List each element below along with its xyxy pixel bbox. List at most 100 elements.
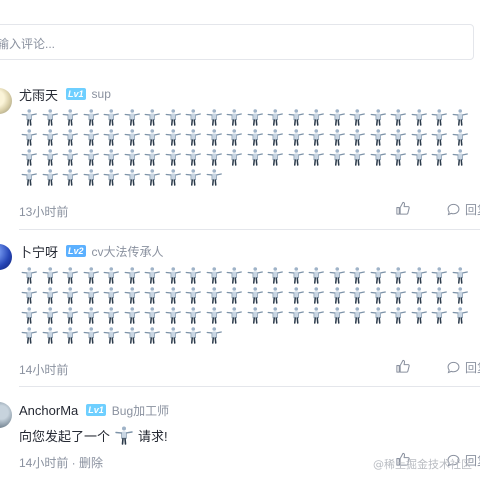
- comment-text: 向您发起了一个 请求!: [19, 425, 168, 445]
- robot-dance-icon: [165, 169, 181, 186]
- robot-dance-icon: [390, 267, 406, 284]
- robot-dance-icon: [124, 129, 140, 146]
- robot-dance-icon: [247, 307, 263, 324]
- robot-dance-icon: [62, 307, 78, 324]
- robot-dance-icon: [185, 307, 201, 324]
- robot-dance-icon: [42, 287, 58, 304]
- robot-dance-icon: [370, 149, 386, 166]
- robot-dance-icon: [329, 267, 345, 284]
- robot-dance-icon: [267, 267, 283, 284]
- robot-dance-icon: [452, 307, 468, 324]
- reply-button[interactable]: 回复: [446, 201, 480, 218]
- robot-dance-icon: [21, 287, 37, 304]
- robot-dance-icon: [165, 267, 181, 284]
- comment-bubble-icon: [447, 361, 460, 374]
- emoji-grid: [19, 266, 479, 344]
- robot-dance-icon: [21, 169, 37, 186]
- robot-dance-icon: [21, 327, 37, 344]
- robot-dance-icon: [390, 287, 406, 304]
- robot-dance-icon: [226, 267, 242, 284]
- robot-dance-icon: [226, 129, 242, 146]
- robot-dance-icon: [288, 287, 304, 304]
- avatar[interactable]: [0, 244, 12, 270]
- robot-dance-icon: [452, 267, 468, 284]
- robot-dance-icon: [329, 287, 345, 304]
- like-button[interactable]: [395, 359, 410, 374]
- robot-dance-icon: [329, 109, 345, 126]
- robot-dance-icon: [349, 149, 365, 166]
- robot-dance-icon: [21, 267, 37, 284]
- robot-dance-icon: [431, 129, 447, 146]
- robot-dance-icon: [370, 287, 386, 304]
- robot-dance-icon: [431, 149, 447, 166]
- robot-dance-icon: [267, 109, 283, 126]
- robot-dance-icon: [165, 307, 181, 324]
- robot-dance-icon: [144, 109, 160, 126]
- robot-dance-icon: [267, 149, 283, 166]
- robot-dance-icon: [308, 287, 324, 304]
- robot-dance-icon: [431, 307, 447, 324]
- robot-dance-icon: [411, 109, 427, 126]
- robot-dance-icon: [206, 267, 222, 284]
- avatar[interactable]: [0, 88, 12, 114]
- robot-dance-icon: [226, 307, 242, 324]
- robot-dance-icon: [83, 287, 99, 304]
- robot-dance-icon: [83, 129, 99, 146]
- robot-dance-icon: [21, 129, 37, 146]
- robot-dance-icon: [185, 327, 201, 344]
- robot-dance-icon: [185, 129, 201, 146]
- robot-dance-icon: [267, 307, 283, 324]
- robot-dance-icon: [144, 327, 160, 344]
- robot-dance-icon: [206, 149, 222, 166]
- robot-dance-icon: [103, 327, 119, 344]
- robot-dance-icon: [83, 109, 99, 126]
- robot-dance-icon: [62, 287, 78, 304]
- robot-dance-icon: [62, 267, 78, 284]
- robot-dance-icon: [42, 129, 58, 146]
- reply-label: 回复: [465, 203, 480, 217]
- robot-dance-icon: [185, 267, 201, 284]
- robot-dance-icon: [144, 267, 160, 284]
- level-badge: Lv1: [66, 88, 86, 100]
- robot-dance-icon: [411, 129, 427, 146]
- avatar[interactable]: [0, 402, 12, 428]
- robot-dance-icon: [206, 129, 222, 146]
- robot-dance-icon: [431, 287, 447, 304]
- robot-dance-icon: [83, 169, 99, 186]
- robot-dance-icon: [185, 287, 201, 304]
- robot-dance-icon: [452, 149, 468, 166]
- robot-dance-icon: [42, 327, 58, 344]
- robot-dance-icon: [206, 109, 222, 126]
- robot-dance-icon: [247, 109, 263, 126]
- robot-dance-icon: [452, 129, 468, 146]
- reply-button[interactable]: 回复: [446, 359, 480, 376]
- robot-dance-icon: [308, 307, 324, 324]
- robot-dance-icon: [267, 287, 283, 304]
- robot-dance-icon: [226, 109, 242, 126]
- robot-dance-icon: [308, 149, 324, 166]
- robot-dance-icon: [165, 109, 181, 126]
- user-name[interactable]: 卜宁呀: [19, 242, 58, 261]
- robot-dance-icon: [62, 327, 78, 344]
- robot-dance-icon: [185, 109, 201, 126]
- robot-dance-icon: [83, 307, 99, 324]
- comment-time: 14小时前: [19, 363, 69, 377]
- comment-input[interactable]: 输入评论...: [0, 24, 474, 60]
- robot-dance-icon: [288, 307, 304, 324]
- robot-dance-icon: [288, 267, 304, 284]
- robot-dance-icon: [21, 149, 37, 166]
- user-name[interactable]: 尤雨天: [19, 85, 58, 104]
- robot-dance-icon: [124, 307, 140, 324]
- robot-dance-icon: [124, 327, 140, 344]
- comment-text-after: 请求!: [138, 428, 168, 444]
- user-title: cv大法传承人: [91, 244, 164, 259]
- user-name[interactable]: AnchorMa: [19, 403, 78, 418]
- robot-dance-icon: [62, 109, 78, 126]
- robot-dance-icon: [165, 327, 181, 344]
- robot-dance-icon: [452, 109, 468, 126]
- robot-dance-icon: [288, 109, 304, 126]
- robot-dance-icon: [349, 129, 365, 146]
- reply-label: 回复: [465, 361, 480, 375]
- comment-time: 13小时前: [19, 205, 69, 219]
- like-button[interactable]: [395, 201, 410, 216]
